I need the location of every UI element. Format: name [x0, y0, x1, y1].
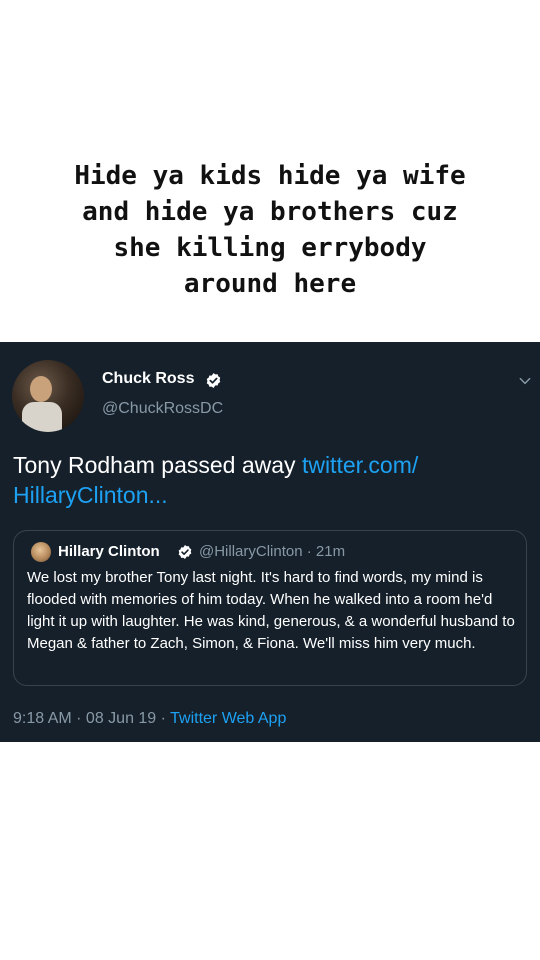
- tweet-timestamp[interactable]: 9:18 AM · 08 Jun 19 ·: [13, 710, 170, 727]
- caption-line: around here: [183, 269, 357, 299]
- author-display-name[interactable]: Chuck Ross: [102, 370, 194, 388]
- verified-badge-icon: [206, 373, 221, 388]
- quote-text: We lost my brother Tony last night. It's…: [27, 569, 515, 652]
- avatar[interactable]: [12, 360, 84, 432]
- quote-display-name[interactable]: Hillary Clinton: [58, 543, 160, 560]
- verified-badge-icon: [178, 545, 192, 559]
- avatar-face: [30, 376, 52, 402]
- quoted-tweet[interactable]: Hillary Clinton @HillaryClinton · 21m We…: [13, 530, 527, 686]
- tweet-text: Tony Rodham passed away twitter.com/Hill…: [13, 450, 523, 510]
- avatar-shirt: [22, 402, 62, 432]
- quote-handle-time: @HillaryClinton · 21m: [199, 543, 346, 560]
- tweet-card: Chuck Ross @ChuckRossDC Tony Rodham pass…: [0, 342, 540, 742]
- tweet-body: Tony Rodham passed away: [13, 452, 302, 478]
- tweet-meta: 9:18 AM · 08 Jun 19 · Twitter Web App: [13, 710, 286, 728]
- tweet-source[interactable]: Twitter Web App: [170, 710, 286, 727]
- author-handle[interactable]: @ChuckRossDC: [102, 400, 223, 418]
- caption-line: and hide ya brothers cuz: [82, 197, 458, 227]
- meme-caption: Hide ya kids hide ya wife and hide ya br…: [0, 158, 540, 302]
- caption-line: she killing errybody: [113, 233, 427, 263]
- caption-line: Hide ya kids hide ya wife: [74, 161, 466, 191]
- chevron-down-icon[interactable]: [518, 374, 532, 388]
- quote-avatar[interactable]: [31, 542, 51, 562]
